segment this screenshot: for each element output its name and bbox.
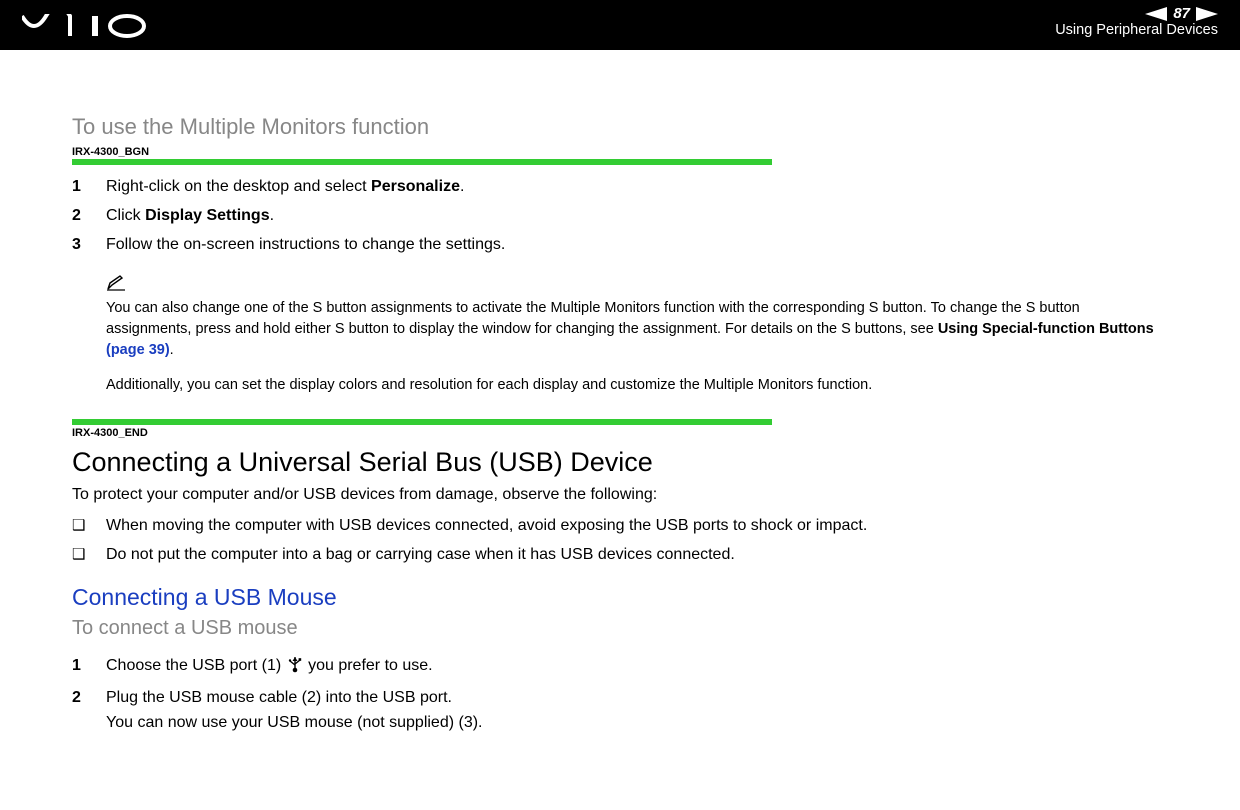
step-line1: Plug the USB mouse cable (2) into the US… bbox=[106, 689, 452, 706]
green-divider-top bbox=[72, 159, 772, 165]
nav-prev-icon[interactable] bbox=[1145, 7, 1167, 21]
step-line2: You can now use your USB mouse (not supp… bbox=[106, 714, 483, 731]
step-body: Follow the on-screen instructions to cha… bbox=[106, 233, 1168, 258]
header-right: 87 Using Peripheral Devices bbox=[1055, 6, 1218, 38]
note-additional: Additionally, you can set the display co… bbox=[106, 377, 1168, 393]
vaio-logo bbox=[22, 14, 152, 43]
steps-list-1: 1 Right-click on the desktop and select … bbox=[72, 175, 1168, 257]
step-row: 3 Follow the on-screen instructions to c… bbox=[72, 233, 1168, 258]
note-post: . bbox=[170, 342, 174, 358]
marker-begin: IRX-4300_BGN bbox=[72, 146, 1168, 158]
step-number: 2 bbox=[72, 204, 106, 229]
step-row: 1 Right-click on the desktop and select … bbox=[72, 175, 1168, 200]
header-bar: 87 Using Peripheral Devices bbox=[0, 0, 1240, 50]
section2-intro: To protect your computer and/or USB devi… bbox=[72, 486, 1168, 504]
section2-title: Connecting a Universal Serial Bus (USB) … bbox=[72, 447, 1168, 478]
page-nav: 87 bbox=[1055, 6, 1218, 21]
step-number: 3 bbox=[72, 233, 106, 258]
step-row: 2 Click Display Settings. bbox=[72, 204, 1168, 229]
step-text: Choose the USB port (1) bbox=[106, 657, 286, 674]
step-text: Follow the on-screen instructions to cha… bbox=[106, 236, 505, 253]
step-number: 2 bbox=[72, 686, 106, 711]
section1-title: To use the Multiple Monitors function bbox=[72, 114, 1168, 140]
step-bold: Personalize bbox=[371, 178, 460, 195]
step-post: you prefer to use. bbox=[304, 657, 433, 674]
step-body: Plug the USB mouse cable (2) into the US… bbox=[106, 686, 1168, 736]
page-number: 87 bbox=[1173, 6, 1190, 21]
section3-subtitle: To connect a USB mouse bbox=[72, 617, 1168, 640]
step-number: 1 bbox=[72, 175, 106, 200]
step-row: 1 Choose the USB port (1) you prefer to … bbox=[72, 654, 1168, 682]
step-body: Right-click on the desktop and select Pe… bbox=[106, 175, 1168, 200]
step-row: 2 Plug the USB mouse cable (2) into the … bbox=[72, 686, 1168, 736]
bullet-icon: ❑ bbox=[72, 514, 106, 537]
step-body: Click Display Settings. bbox=[106, 204, 1168, 229]
page-content: To use the Multiple Monitors function IR… bbox=[0, 50, 1240, 735]
step-post: . bbox=[460, 178, 464, 195]
step-number: 1 bbox=[72, 654, 106, 679]
section3-title: Connecting a USB Mouse bbox=[72, 584, 1168, 611]
bullet-row: ❑ When moving the computer with USB devi… bbox=[72, 514, 1168, 539]
note-block: You can also change one of the S button … bbox=[106, 275, 1168, 393]
bullet-text: When moving the computer with USB device… bbox=[106, 514, 867, 539]
note-bold: Using Special-function Buttons bbox=[938, 321, 1154, 337]
bullet-icon: ❑ bbox=[72, 543, 106, 566]
marker-end: IRX-4300_END bbox=[72, 427, 1168, 439]
usb-icon bbox=[288, 655, 302, 682]
step-body: Choose the USB port (1) you prefer to us… bbox=[106, 654, 1168, 682]
note-text: You can also change one of the S button … bbox=[106, 298, 1168, 361]
note-page-link[interactable]: (page 39) bbox=[106, 342, 170, 358]
step-bold: Display Settings bbox=[145, 207, 269, 224]
note-part-a: You can also change one of the S button … bbox=[106, 300, 1080, 337]
bullet-row: ❑ Do not put the computer into a bag or … bbox=[72, 543, 1168, 568]
header-subtitle: Using Peripheral Devices bbox=[1055, 22, 1218, 38]
bullet-text: Do not put the computer into a bag or ca… bbox=[106, 543, 735, 568]
step-text: Click bbox=[106, 207, 145, 224]
steps-list-2: 1 Choose the USB port (1) you prefer to … bbox=[72, 654, 1168, 735]
step-post: . bbox=[270, 207, 274, 224]
pen-note-icon bbox=[106, 275, 1168, 296]
nav-next-icon[interactable] bbox=[1196, 7, 1218, 21]
green-divider-bottom bbox=[72, 419, 772, 425]
step-text: Right-click on the desktop and select bbox=[106, 178, 371, 195]
